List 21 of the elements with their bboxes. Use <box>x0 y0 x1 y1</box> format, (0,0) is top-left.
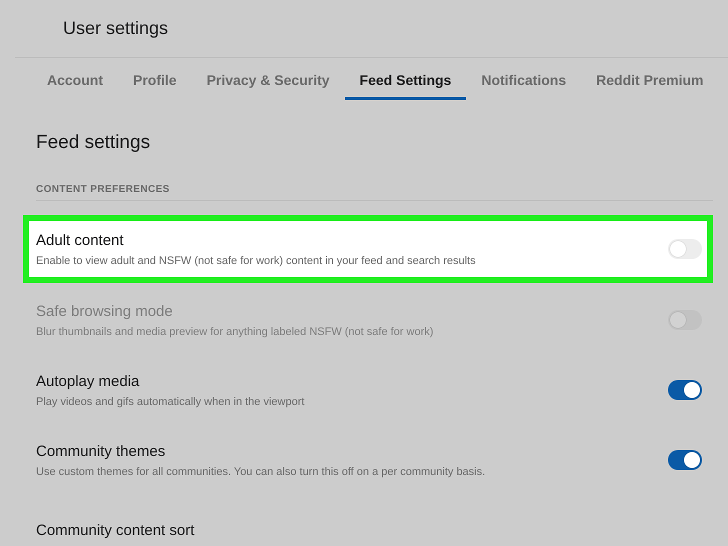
setting-title: Autoplay media <box>36 372 140 390</box>
settings-tab[interactable]: Profile <box>118 66 192 100</box>
settings-tab[interactable]: Reddit Premium <box>581 66 718 100</box>
toggle-switch[interactable] <box>668 450 702 470</box>
setting-description: Enable to view adult and NSFW (not safe for work) content in your feed and search results <box>36 254 477 266</box>
page-header-title: User settings <box>63 18 168 39</box>
setting-description: Play videos and gifs automatically when in the viewport <box>36 396 306 408</box>
setting-description: Blur thumbnails and media preview for anything labeled NSFW (not safe for work) <box>36 326 434 338</box>
toggle-switch[interactable] <box>668 239 702 259</box>
section-title: Feed settings <box>36 132 152 154</box>
group-heading: CONTENT PREFERENCES <box>36 184 713 201</box>
setting-title: Community content sort <box>36 522 196 538</box>
settings-tab[interactable]: Account <box>32 66 118 100</box>
setting-title: Adult content <box>36 232 125 248</box>
settings-tab[interactable]: Privacy & Security <box>192 66 345 100</box>
toggle-switch[interactable] <box>668 380 702 400</box>
setting-description: Use custom themes for all communities. You can also turn this off on a per community basis. <box>36 466 486 478</box>
setting-title: Community themes <box>36 442 166 460</box>
settings-tab[interactable]: Notifications <box>466 66 582 100</box>
setting-title: Safe browsing mode <box>36 302 174 320</box>
settings-tab[interactable]: Feed Settings <box>344 66 466 100</box>
